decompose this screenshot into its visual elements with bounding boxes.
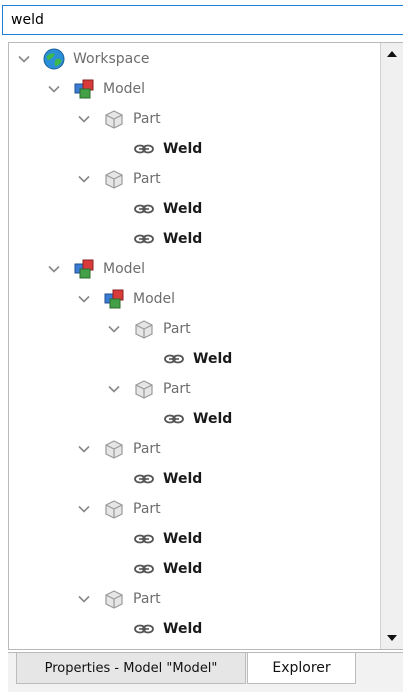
search-box[interactable]	[2, 5, 403, 35]
tree-item-label: Model	[103, 81, 146, 97]
tree-item-label: Part	[163, 381, 191, 397]
tree-row-weld[interactable]: Weld	[133, 224, 202, 254]
tree-item-label: Part	[133, 441, 161, 457]
tree-row-part[interactable]: Part	[77, 434, 161, 464]
chevron-down-icon[interactable]	[77, 164, 91, 194]
model-icon	[103, 288, 125, 310]
tree-row-workspace[interactable]: Workspace	[17, 44, 150, 74]
chevron-down-icon[interactable]	[17, 44, 31, 74]
bottom-tab-bar: Properties - Model "Model" Explorer	[8, 652, 403, 692]
part-icon	[103, 168, 125, 190]
part-icon	[133, 318, 155, 340]
chevron-down-icon[interactable]	[47, 254, 61, 284]
chevron-down-icon[interactable]	[77, 284, 91, 314]
tree-row-weld[interactable]: Weld	[133, 614, 202, 644]
weld-icon	[133, 138, 155, 160]
weld-icon	[133, 228, 155, 250]
weld-icon	[133, 198, 155, 220]
part-icon	[103, 108, 125, 130]
tree-row-weld[interactable]: Weld	[133, 524, 202, 554]
scroll-up-arrow-icon[interactable]	[381, 43, 403, 65]
tree-row-part[interactable]: Part	[107, 374, 191, 404]
workspace-globe-icon	[43, 48, 65, 70]
explorer-tree[interactable]: Workspace Model Part Weld Part Weld Weld Model M…	[8, 42, 403, 650]
tree-row-weld[interactable]: Weld	[163, 404, 232, 434]
chevron-down-icon[interactable]	[47, 74, 61, 104]
tree-item-label: Weld	[163, 621, 203, 637]
tree-item-label: Weld	[193, 351, 233, 367]
weld-icon	[133, 558, 155, 580]
tree-item-label: Weld	[163, 141, 203, 157]
chevron-down-icon[interactable]	[107, 374, 121, 404]
tree-item-label: Weld	[163, 561, 203, 577]
tree-row-part[interactable]: Part	[107, 314, 191, 344]
tree-row-weld[interactable]: Weld	[133, 194, 202, 224]
tab-properties[interactable]: Properties - Model "Model"	[16, 653, 246, 684]
scroll-down-arrow-icon[interactable]	[381, 627, 403, 649]
tree-row-weld[interactable]: Weld	[133, 554, 202, 584]
chevron-down-icon[interactable]	[77, 584, 91, 614]
search-input[interactable]	[3, 6, 403, 34]
tree-row-weld[interactable]: Weld	[133, 134, 202, 164]
chevron-down-icon[interactable]	[77, 494, 91, 524]
tree-row-model[interactable]: Model	[77, 284, 175, 314]
tree-item-label: Part	[133, 501, 161, 517]
tree-item-label: Part	[133, 111, 161, 127]
part-icon	[103, 588, 125, 610]
weld-icon	[163, 408, 185, 430]
tree-item-label: Part	[133, 171, 161, 187]
tree-item-label: Workspace	[73, 51, 150, 67]
part-icon	[103, 498, 125, 520]
tree-item-label: Weld	[163, 531, 203, 547]
weld-icon	[163, 348, 185, 370]
model-icon	[73, 78, 95, 100]
tree-item-label: Model	[133, 291, 176, 307]
tree-item-label: Model	[103, 261, 146, 277]
part-icon	[103, 438, 125, 460]
vertical-scrollbar[interactable]	[380, 43, 403, 649]
tree-row-part[interactable]: Part	[77, 584, 161, 614]
part-icon	[133, 378, 155, 400]
tree-item-label: Part	[163, 321, 191, 337]
tree-row-part[interactable]: Part	[77, 104, 161, 134]
weld-icon	[133, 468, 155, 490]
tree-row-weld[interactable]: Weld	[133, 464, 202, 494]
tab-explorer[interactable]: Explorer	[247, 653, 356, 684]
tree-row-part[interactable]: Part	[77, 164, 161, 194]
tree-row-model[interactable]: Model	[47, 254, 145, 284]
weld-icon	[133, 618, 155, 640]
tree-row-model[interactable]: Model	[47, 74, 145, 104]
tree-item-label: Weld	[163, 201, 203, 217]
chevron-down-icon[interactable]	[107, 314, 121, 344]
tree-item-label: Part	[133, 591, 161, 607]
chevron-down-icon[interactable]	[77, 434, 91, 464]
tree-row-part[interactable]: Part	[77, 494, 161, 524]
weld-icon	[133, 528, 155, 550]
tree-item-label: Weld	[193, 411, 233, 427]
tree-row-weld[interactable]: Weld	[163, 344, 232, 374]
chevron-down-icon[interactable]	[77, 104, 91, 134]
model-icon	[73, 258, 95, 280]
tree-item-label: Weld	[163, 471, 203, 487]
tree-item-label: Weld	[163, 231, 203, 247]
